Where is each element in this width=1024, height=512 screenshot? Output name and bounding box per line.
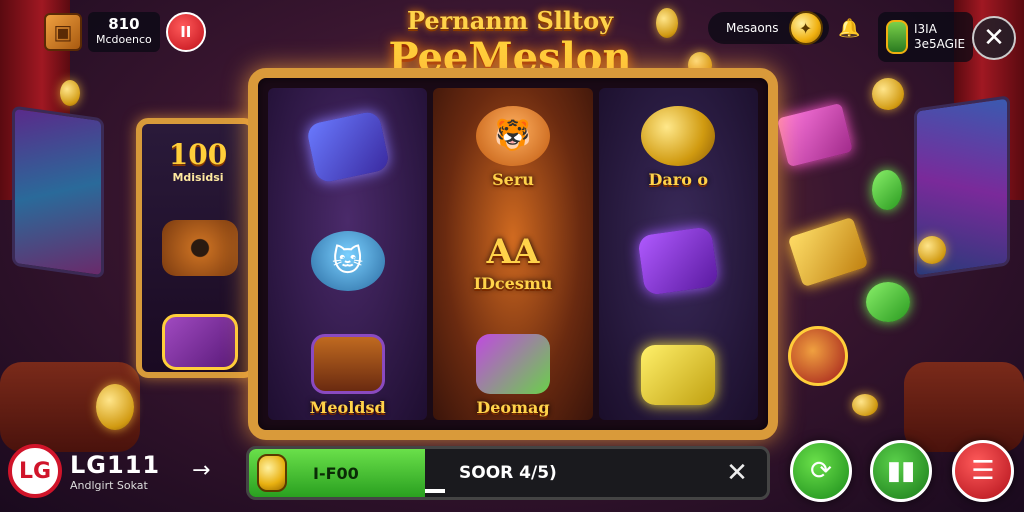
floating-treasure bbox=[788, 326, 848, 386]
spin-button[interactable]: ⟳ bbox=[790, 440, 852, 502]
bet-bar: I-F00 SOOR 4/5) ✕ bbox=[246, 446, 770, 500]
treasure-chest-symbol bbox=[310, 333, 385, 394]
book-icon: ▮▮ bbox=[886, 456, 916, 486]
gem-and-cash-symbol bbox=[475, 333, 550, 394]
big-win-text: AA bbox=[486, 231, 540, 272]
bet-info: SOOR 4/5) bbox=[459, 463, 557, 483]
brand-name: LG111 bbox=[70, 450, 161, 479]
side-jackpot-reel: 100 Mdisidsi bbox=[136, 118, 256, 378]
jackpot-label: Mdisidsi bbox=[172, 171, 224, 184]
cat-symbol: 🐱 bbox=[310, 231, 385, 291]
pause-button[interactable]: II bbox=[165, 12, 206, 52]
bonus-icon bbox=[886, 20, 908, 54]
reel-cell bbox=[599, 206, 758, 316]
bet-amount: I-F00 bbox=[313, 463, 359, 483]
crate-icon[interactable]: ▣ bbox=[44, 13, 82, 51]
reel-cell: 🐯 Seru bbox=[433, 92, 592, 202]
left-arcade-machine bbox=[12, 105, 104, 279]
floating-coin bbox=[656, 8, 678, 38]
floating-coin bbox=[918, 236, 946, 264]
symbol-label: Deomag bbox=[476, 397, 550, 417]
right-sofa bbox=[904, 362, 1024, 452]
reel-2: 🐯 Seru AA IDcesmu Deomag bbox=[433, 88, 593, 420]
reel-cell: AA IDcesmu bbox=[433, 206, 592, 316]
reel-1: 🐱 Meoldsd bbox=[268, 88, 428, 420]
reel-cell bbox=[599, 320, 758, 420]
gold-coin-symbol bbox=[641, 105, 716, 166]
floating-gem bbox=[872, 170, 902, 210]
symbol-label: IDcesmu bbox=[473, 273, 553, 293]
paytable-button[interactable]: ▮▮ bbox=[870, 440, 932, 502]
jackpot-value: 100 bbox=[168, 138, 228, 171]
bet-progress-marker bbox=[425, 489, 445, 493]
symbol-label: Daro o bbox=[648, 169, 709, 189]
symbol-label: Seru bbox=[492, 169, 534, 189]
messages-pill[interactable]: Mesaons ✦ bbox=[708, 11, 829, 45]
menu-icon: ☰ bbox=[971, 456, 995, 486]
brand-logo: LG bbox=[8, 444, 62, 498]
floating-gem bbox=[776, 102, 854, 168]
bell-icon[interactable]: 🔔 bbox=[837, 15, 863, 41]
reel-cell bbox=[268, 92, 427, 202]
menu-button[interactable]: ☰ bbox=[952, 440, 1014, 502]
floating-coin bbox=[60, 80, 80, 106]
gold-gem-symbol bbox=[641, 345, 716, 405]
blue-gem-symbol bbox=[305, 109, 391, 185]
arrow-right-icon: → bbox=[192, 458, 211, 483]
reel-cell: Daro o bbox=[599, 92, 758, 202]
refresh-icon: ⟳ bbox=[810, 456, 832, 486]
floating-coin bbox=[852, 394, 878, 416]
floating-coin bbox=[96, 384, 134, 430]
floating-coin bbox=[872, 78, 904, 110]
tiger-symbol: 🐯 bbox=[475, 105, 550, 166]
coin-icon bbox=[257, 454, 287, 492]
close-button[interactable]: ✕ bbox=[972, 16, 1016, 60]
bet-amount-panel[interactable]: I-F00 bbox=[249, 449, 425, 497]
symbol-label: Meoldsd bbox=[309, 397, 386, 417]
top-right-panel: Mesaons ✦ 🔔 bbox=[708, 8, 863, 48]
reel-cell: Meoldsd bbox=[268, 320, 427, 420]
reel-cell: Deomag bbox=[433, 320, 592, 420]
bonus-line-2: 3e5AGIE bbox=[914, 37, 966, 51]
brand-tagline: Andlgirt Sokat bbox=[70, 478, 148, 492]
floating-gem bbox=[866, 282, 910, 322]
messages-label: Mesaons bbox=[726, 21, 779, 35]
reel-3: Daro o bbox=[598, 88, 758, 420]
purple-gem-symbol bbox=[637, 226, 720, 296]
side-jackpot: 100 Mdisidsi bbox=[152, 138, 244, 184]
brand: LG LG111 Andlgirt Sokat bbox=[8, 444, 160, 498]
counter-label: Mcdoenco bbox=[96, 33, 152, 46]
slot-reels-frame: 🐱 Meoldsd 🐯 Seru AA IDcesmu Deomag Daro … bbox=[248, 68, 778, 440]
reel-cell: 🐱 bbox=[268, 206, 427, 316]
title-line-1: Pernanm Slltoy bbox=[406, 6, 614, 35]
barrel-symbol bbox=[162, 220, 238, 276]
counter-box: 810 Mcdoenco bbox=[88, 12, 160, 52]
bonus-panel[interactable]: I3IA 3e5AGIE bbox=[878, 12, 974, 62]
gift-symbol bbox=[162, 314, 238, 370]
close-icon[interactable]: ✕ bbox=[707, 449, 767, 497]
floating-gem bbox=[787, 216, 869, 288]
top-left-panel: ▣ 810 Mcdoenco II bbox=[44, 10, 244, 54]
bonus-line-1: I3IA bbox=[914, 22, 937, 36]
counter-value: 810 bbox=[108, 15, 140, 33]
coin-icon: ✦ bbox=[788, 11, 823, 45]
